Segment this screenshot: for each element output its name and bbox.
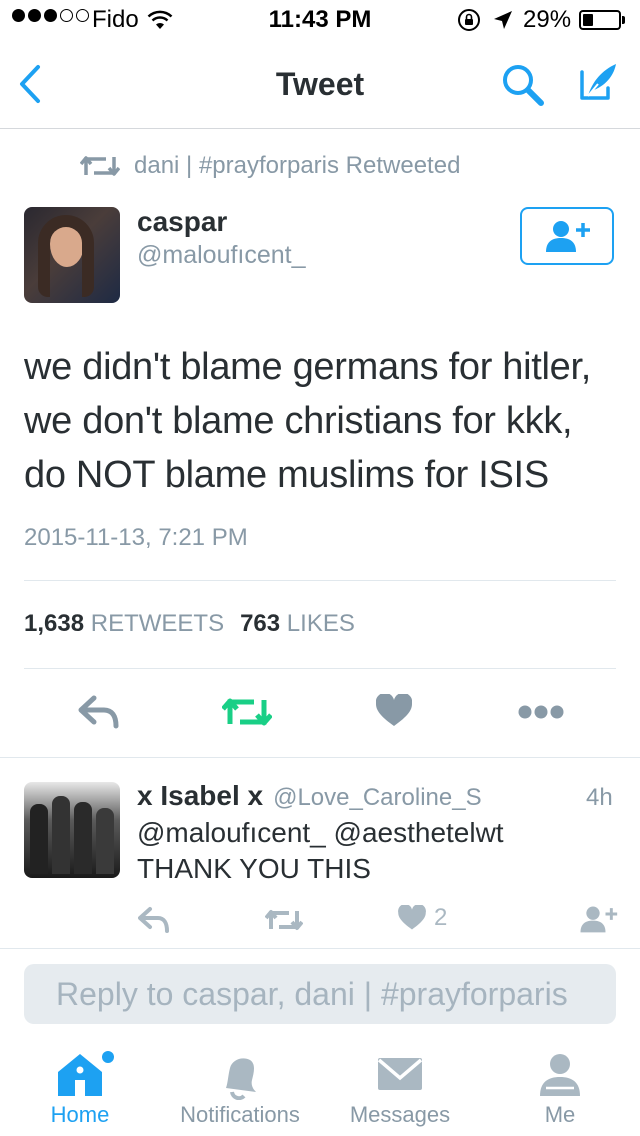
tab-home[interactable]: Home bbox=[0, 1040, 160, 1136]
battery-icon bbox=[579, 10, 621, 30]
home-icon bbox=[58, 1051, 114, 1096]
tab-label: Notifications bbox=[180, 1102, 300, 1127]
tab-messages[interactable]: Messages bbox=[320, 1040, 480, 1136]
author-handle[interactable]: @maloufıcent_ bbox=[137, 241, 306, 270]
like-heart-icon[interactable] bbox=[376, 694, 412, 728]
reply-icon[interactable] bbox=[78, 694, 120, 730]
author-avatar[interactable] bbox=[24, 207, 120, 303]
reply-text: @maloufıcent_ @aesthetelwt THANK YOU THI… bbox=[137, 815, 607, 887]
reply-like-action[interactable]: 2 bbox=[398, 904, 447, 932]
compose-tweet-icon[interactable] bbox=[574, 60, 620, 106]
retweet-button-icon[interactable] bbox=[222, 696, 272, 728]
retweets-label: RETWEETS bbox=[90, 610, 225, 637]
reply-line: @maloufıcent_ @aesthetelwt bbox=[137, 817, 504, 848]
tweet-text: we didn't blame germans for hitler, we d… bbox=[24, 340, 624, 502]
battery-cap bbox=[622, 16, 625, 24]
likes-label: LIKES bbox=[286, 610, 355, 637]
retweet-context-text: dani | #prayforparis Retweeted bbox=[134, 152, 461, 179]
retweets-stat[interactable]: 1,638 RETWEETS bbox=[24, 610, 224, 638]
battery-percent: 29% bbox=[523, 6, 572, 33]
tab-me[interactable]: Me bbox=[480, 1040, 640, 1136]
divider bbox=[0, 757, 640, 758]
person-icon bbox=[540, 1054, 580, 1096]
reply-time: 4h bbox=[586, 784, 613, 811]
retweet-icon[interactable] bbox=[265, 908, 303, 932]
orientation-lock-icon bbox=[458, 9, 480, 31]
author-name[interactable]: caspar bbox=[137, 206, 227, 238]
likes-count: 763 bbox=[240, 610, 281, 637]
tab-bar: Home Notifications Messages Me bbox=[0, 1040, 640, 1136]
bell-icon bbox=[226, 1058, 256, 1100]
reply-avatar[interactable] bbox=[24, 782, 120, 878]
reply-like-count: 2 bbox=[434, 904, 448, 931]
retweet-icon bbox=[80, 156, 120, 176]
reply-author-handle[interactable]: @Love_Caroline_S bbox=[273, 784, 482, 812]
divider bbox=[0, 948, 640, 949]
more-options-icon[interactable] bbox=[518, 705, 564, 719]
tweet-timestamp: 2015-11-13, 7:21 PM bbox=[24, 524, 248, 551]
envelope-icon bbox=[377, 1058, 423, 1090]
tweet-stats: 1,638 RETWEETS 763 LIKES bbox=[24, 610, 355, 638]
retweets-count: 1,638 bbox=[24, 610, 85, 637]
tweet-line: do NOT blame muslims for ISIS bbox=[24, 454, 549, 496]
tab-label: Messages bbox=[349, 1102, 451, 1127]
retweet-context[interactable]: dani | #prayforparis Retweeted bbox=[80, 152, 460, 180]
divider bbox=[24, 580, 616, 581]
reply-compose-input[interactable]: Reply to caspar, dani | #prayforparis bbox=[24, 964, 616, 1024]
follow-button[interactable] bbox=[520, 207, 614, 265]
tab-notifications[interactable]: Notifications bbox=[160, 1040, 320, 1136]
search-icon[interactable] bbox=[500, 62, 546, 108]
reply-header: x Isabel x @Love_Caroline_S bbox=[137, 780, 482, 812]
reply-author-name[interactable]: x Isabel x bbox=[137, 780, 263, 812]
tweet-line: we don't blame christians for kkk, bbox=[24, 400, 573, 442]
divider bbox=[24, 668, 616, 669]
location-arrow-icon bbox=[494, 11, 512, 29]
add-user-icon bbox=[546, 221, 590, 252]
tab-label: Home bbox=[50, 1102, 110, 1127]
add-user-icon[interactable] bbox=[578, 904, 618, 934]
tab-label: Me bbox=[544, 1102, 576, 1127]
status-bar: Fido 11:43 PM 29% bbox=[0, 0, 640, 40]
like-heart-icon bbox=[398, 905, 426, 930]
reply-line: THANK YOU THIS bbox=[137, 853, 371, 884]
reply-icon[interactable] bbox=[138, 906, 170, 934]
nav-bar: Tweet bbox=[0, 40, 640, 129]
tweet-line: we didn't blame germans for hitler, bbox=[24, 346, 592, 388]
likes-stat[interactable]: 763 LIKES bbox=[240, 610, 355, 638]
